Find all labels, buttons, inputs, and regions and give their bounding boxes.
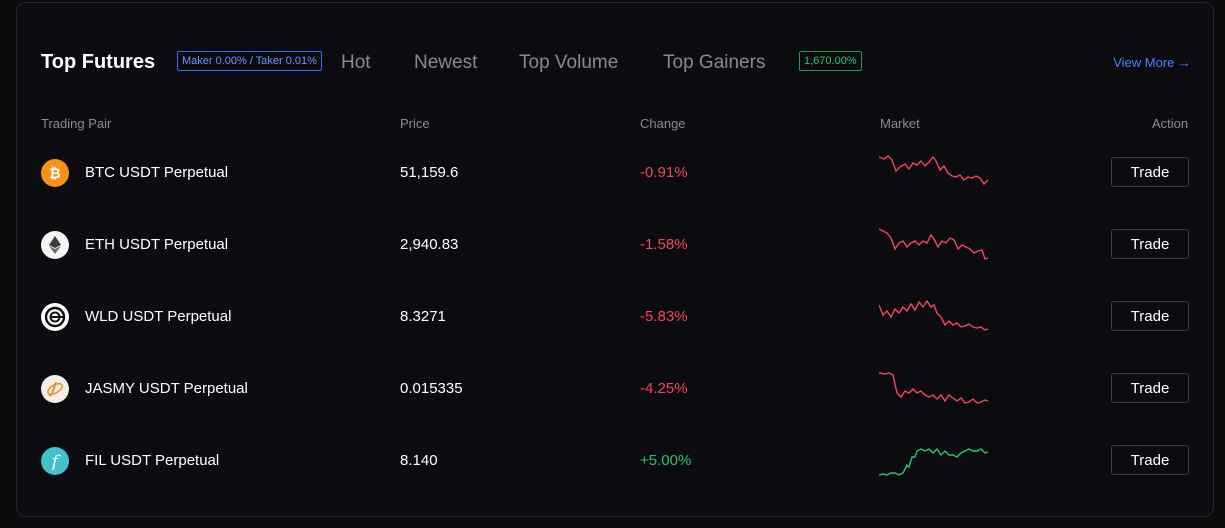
pair-name: WLD USDT Perpetual [85,308,232,325]
price-value: 8.3271 [400,308,446,325]
change-value: -0.91% [640,164,688,181]
fee-badge: Maker 0.00% / Taker 0.01% [177,51,322,71]
pair-name: BTC USDT Perpetual [85,164,229,181]
market-sparkline [879,372,989,404]
column-header-change: Change [640,116,686,131]
change-value: -4.25% [640,380,688,397]
pair-name: JASMY USDT Perpetual [85,380,248,397]
price-value: 0.015335 [400,380,463,397]
change-value: -1.58% [640,236,688,253]
tab-top-gainers[interactable]: Top Gainers [663,52,765,74]
panel-header: Top Futures Maker 0.00% / Taker 0.01% Ho… [41,47,1191,81]
column-header-action: Action [1152,116,1189,131]
tab-newest[interactable]: Newest [414,52,477,74]
ethereum-icon [41,231,69,259]
trade-button[interactable]: Trade [1111,301,1189,331]
table-row: ETH USDT Perpetual 2,940.83 -1.58% Trade [17,221,1215,271]
column-header-pair: Trading Pair [41,116,112,131]
table-row: WLD USDT Perpetual 8.3271 -5.83% Trade [17,293,1215,343]
filecoin-icon: f [41,447,69,475]
table-row: f FIL USDT Perpetual 8.140 +5.00% Trade [17,437,1215,487]
gainers-badge: 1,670.00% [799,51,862,71]
market-sparkline [879,299,989,331]
table-row: ₿ BTC USDT Perpetual 51,159.6 -0.91% Tra… [17,149,1215,199]
market-sparkline [879,155,989,186]
view-more-link[interactable]: View More → [1113,55,1191,70]
top-futures-panel: Top Futures Maker 0.00% / Taker 0.01% Ho… [16,2,1214,517]
trade-button[interactable]: Trade [1111,229,1189,259]
tab-hot[interactable]: Hot [341,52,371,74]
tab-top-volume[interactable]: Top Volume [519,52,618,74]
column-header-market: Market [880,116,920,131]
svg-text:₿: ₿ [49,166,60,181]
table-row: JASMY USDT Perpetual 0.015335 -4.25% Tra… [17,365,1215,415]
panel-title: Top Futures [41,51,156,73]
change-value: -5.83% [640,308,688,325]
trade-button[interactable]: Trade [1111,445,1189,475]
pair-name: FIL USDT Perpetual [85,452,220,469]
worldcoin-icon [41,303,69,331]
price-value: 8.140 [400,452,438,469]
svg-text:f: f [50,452,61,470]
trade-button[interactable]: Trade [1111,373,1189,403]
market-sparkline [879,228,989,260]
bitcoin-icon: ₿ [41,159,69,187]
jasmy-icon [41,375,69,403]
change-value: +5.00% [640,452,692,469]
market-sparkline [879,447,989,476]
trade-button[interactable]: Trade [1111,157,1189,187]
pair-name: ETH USDT Perpetual [85,236,229,253]
column-header-price: Price [400,116,430,131]
price-value: 51,159.6 [400,164,459,181]
price-value: 2,940.83 [400,236,459,253]
